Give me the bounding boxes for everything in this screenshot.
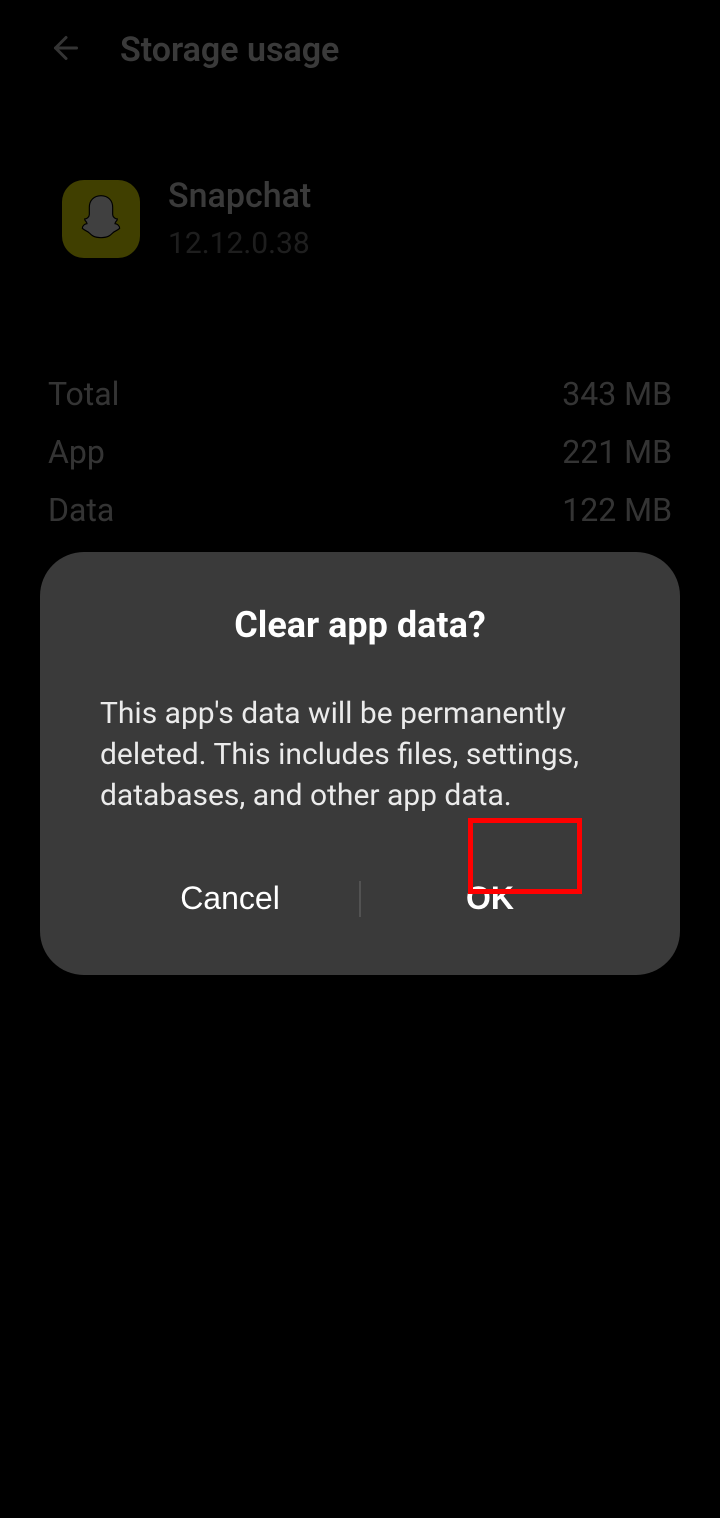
dialog-title: Clear app data? (100, 604, 620, 646)
dialog-actions: Cancel OK (100, 860, 620, 937)
divider (360, 881, 361, 917)
ok-button[interactable]: OK (360, 860, 620, 937)
dialog-body: This app's data will be permanently dele… (100, 694, 620, 816)
modal-overlay: Clear app data? This app's data will be … (0, 0, 720, 1518)
clear-data-dialog: Clear app data? This app's data will be … (40, 552, 680, 975)
cancel-button[interactable]: Cancel (100, 860, 360, 937)
